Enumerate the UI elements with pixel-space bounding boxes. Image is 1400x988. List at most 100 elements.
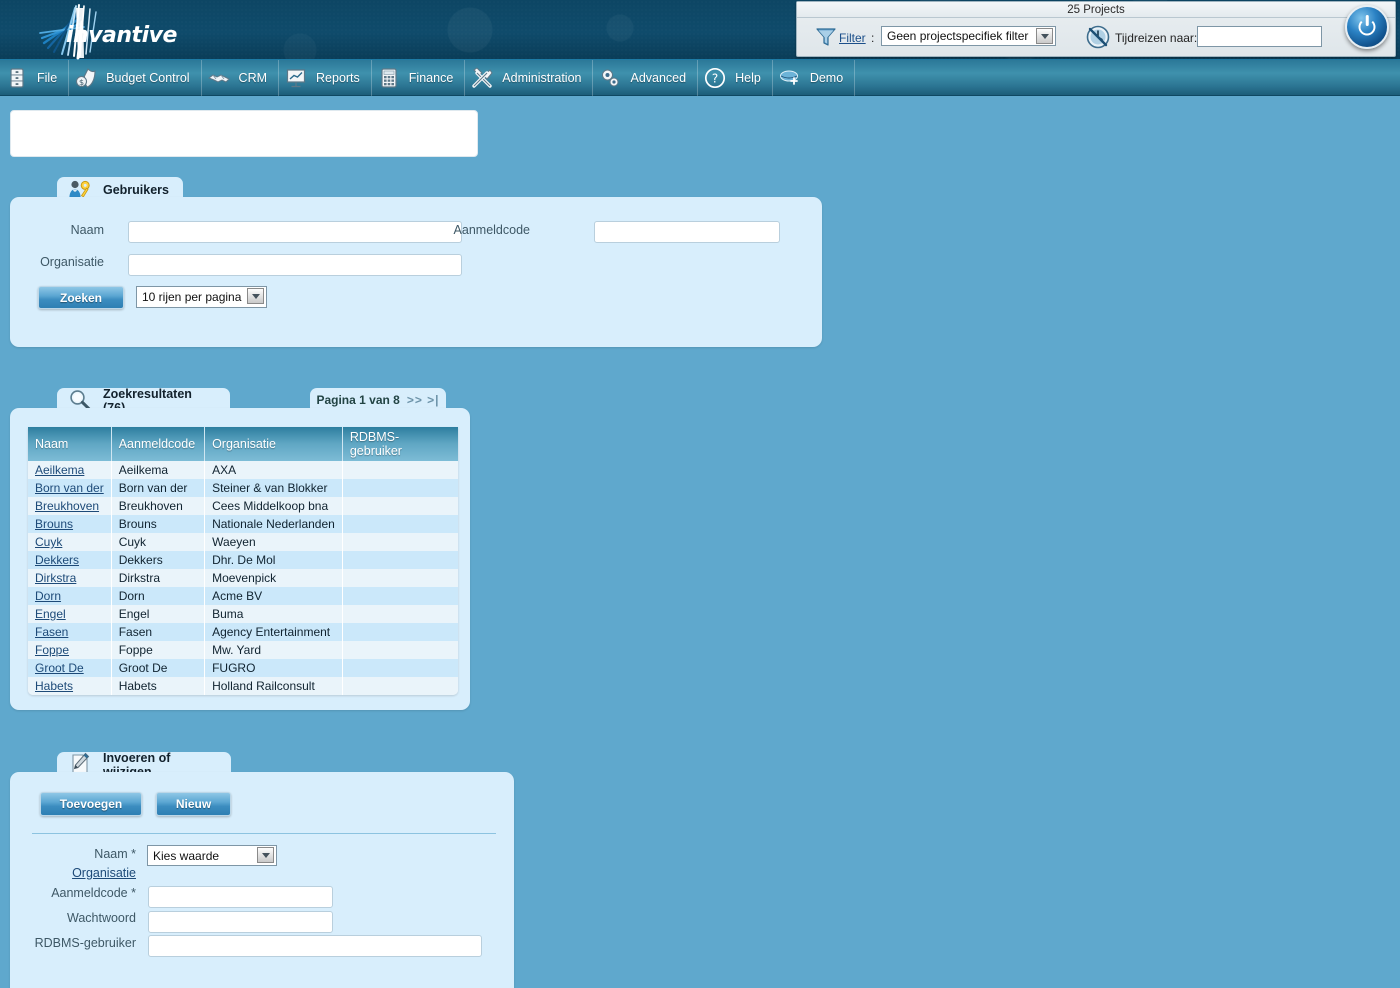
cell-naam: Brouns: [28, 515, 112, 533]
edit-naam-link[interactable]: Naam: [94, 847, 127, 861]
table-row: Brouns Brouns Nationale Nederlanden: [28, 515, 458, 533]
edit-naam-label: Naam *: [40, 847, 136, 861]
cell-aanmeldcode: Born van der: [111, 479, 206, 497]
row-naam-link[interactable]: Aeilkema: [35, 463, 84, 477]
menu-item-reports[interactable]: Reports: [279, 59, 372, 96]
cell-aanmeldcode: Groot De: [111, 659, 206, 677]
row-naam-link[interactable]: Dirkstra: [35, 571, 76, 585]
menu-item-finance[interactable]: Finance: [372, 59, 466, 96]
menu-item-crm[interactable]: CRM: [202, 59, 280, 96]
row-naam-link[interactable]: Brouns: [35, 517, 73, 531]
table-row: Dorn Dorn Acme BV: [28, 587, 458, 605]
edit-naam-value: Kies waarde: [153, 848, 220, 863]
column-header-naam[interactable]: Naam: [28, 427, 112, 461]
presentation-chart-icon: [285, 67, 307, 89]
cell-naam: Habets: [28, 677, 112, 695]
menu-item-advanced[interactable]: Advanced: [593, 59, 699, 96]
cell-rdbms: [342, 641, 458, 659]
cell-organisatie: Waeyen: [204, 533, 343, 551]
chevron-down-icon[interactable]: [257, 847, 274, 863]
cell-organisatie: Acme BV: [204, 587, 343, 605]
cell-rdbms: [342, 677, 458, 695]
menu-item-demo[interactable]: Demo: [773, 59, 856, 96]
column-header-organisatie[interactable]: Organisatie: [204, 427, 343, 461]
row-naam-link[interactable]: Habets: [35, 679, 73, 693]
chevron-down-icon[interactable]: [1036, 28, 1053, 44]
cell-organisatie: Nationale Nederlanden: [204, 515, 343, 533]
menu-item-budget-control[interactable]: $ Budget Control: [69, 59, 202, 96]
menu-label: Finance: [408, 70, 454, 85]
cell-aanmeldcode: Cuyk: [111, 533, 206, 551]
time-travel-input[interactable]: [1197, 26, 1322, 47]
menu-label: Budget Control: [106, 70, 190, 85]
row-naam-link[interactable]: Born van der: [35, 481, 104, 495]
cell-rdbms: [342, 623, 458, 641]
projects-count-title: 25 Projects: [797, 2, 1395, 18]
table-row: Aeilkema Aeilkema AXA: [28, 461, 458, 479]
row-naam-link[interactable]: Dekkers: [35, 553, 79, 567]
cell-organisatie: Cees Middelkoop bna: [204, 497, 343, 515]
column-header-rdbms[interactable]: RDBMS-gebruiker: [342, 427, 458, 461]
row-naam-link[interactable]: Groot De: [35, 661, 84, 675]
cell-organisatie: Steiner & van Blokker: [204, 479, 343, 497]
edit-aanmeldcode-input[interactable]: [148, 886, 333, 908]
svg-text:?: ?: [712, 71, 718, 85]
project-filter-value: Geen projectspecifiek filter: [887, 29, 1029, 43]
cell-aanmeldcode: Aeilkema: [111, 461, 206, 479]
toevoegen-button[interactable]: Toevoegen: [40, 792, 142, 816]
rows-per-page-select[interactable]: 10 rijen per pagina: [136, 286, 267, 308]
row-naam-link[interactable]: Breukhoven: [35, 499, 99, 513]
zoeken-button[interactable]: Zoeken: [38, 286, 124, 309]
menu-label: Reports: [316, 70, 360, 85]
cell-rdbms: [342, 533, 458, 551]
row-naam-link[interactable]: Dorn: [35, 589, 61, 603]
column-header-aanmeldcode[interactable]: Aanmeldcode: [111, 427, 206, 461]
cell-rdbms: [342, 479, 458, 497]
tools-icon: [471, 66, 493, 89]
menu-item-file[interactable]: File: [0, 59, 70, 96]
cell-naam: Foppe: [28, 641, 112, 659]
filter-link[interactable]: Filter: [839, 31, 866, 45]
invantive-logo: invantive: [26, 2, 206, 60]
menu-item-administration[interactable]: Administration: [465, 59, 594, 96]
cell-aanmeldcode: Habets: [111, 677, 206, 695]
table-header-row: Naam Aanmeldcode Organisatie RDBMS-gebru…: [28, 427, 458, 461]
row-naam-link[interactable]: Engel: [35, 607, 66, 621]
organisatie-label: Organisatie: [40, 255, 104, 269]
edit-naam-select[interactable]: Kies waarde: [147, 845, 277, 866]
edit-rdbms-input[interactable]: [148, 935, 482, 957]
project-filter-select[interactable]: Geen projectspecifiek filter: [881, 26, 1056, 46]
menu-item-help[interactable]: ? Help: [698, 59, 773, 96]
results-table: Naam Aanmeldcode Organisatie RDBMS-gebru…: [28, 427, 458, 695]
cell-aanmeldcode: Foppe: [111, 641, 206, 659]
aanmeldcode-search-input[interactable]: [594, 221, 780, 243]
cell-aanmeldcode: Brouns: [111, 515, 206, 533]
edit-organisatie-link[interactable]: Organisatie: [40, 866, 136, 880]
nieuw-button[interactable]: Nieuw: [156, 792, 231, 816]
cell-naam: Born van der: [28, 479, 112, 497]
logoff-power-button[interactable]: [1345, 5, 1389, 49]
cell-naam: Dirkstra: [28, 569, 112, 587]
cell-naam: Aeilkema: [28, 461, 112, 479]
cell-rdbms: [342, 461, 458, 479]
edit-wachtwoord-input[interactable]: [148, 911, 333, 933]
results-table-body: Aeilkema Aeilkema AXA Born van der Born van …: [28, 461, 458, 695]
chevron-down-icon[interactable]: [247, 288, 264, 304]
filter-funnel-icon: [815, 26, 837, 48]
aanmeldcode-label: Aanmeldcode: [453, 223, 530, 237]
table-row: Engel Engel Buma: [28, 605, 458, 623]
logo-wordmark: invantive: [66, 23, 177, 48]
row-naam-link[interactable]: Cuyk: [35, 535, 62, 549]
cell-organisatie: Dhr. De Mol: [204, 551, 343, 569]
table-row: Foppe Foppe Mw. Yard: [28, 641, 458, 659]
cell-aanmeldcode: Breukhoven: [111, 497, 206, 515]
table-row: Groot De Groot De FUGRO: [28, 659, 458, 677]
cell-rdbms: [342, 605, 458, 623]
row-naam-link[interactable]: Foppe: [35, 643, 69, 657]
money-shield-icon: $: [75, 67, 97, 89]
organisatie-search-input[interactable]: [128, 254, 462, 276]
row-naam-link[interactable]: Fasen: [35, 625, 68, 639]
next-page-link[interactable]: >> >|: [407, 393, 440, 407]
table-row: Dirkstra Dirkstra Moevenpick: [28, 569, 458, 587]
edit-wachtwoord-label: Wachtwoord: [66, 911, 136, 925]
